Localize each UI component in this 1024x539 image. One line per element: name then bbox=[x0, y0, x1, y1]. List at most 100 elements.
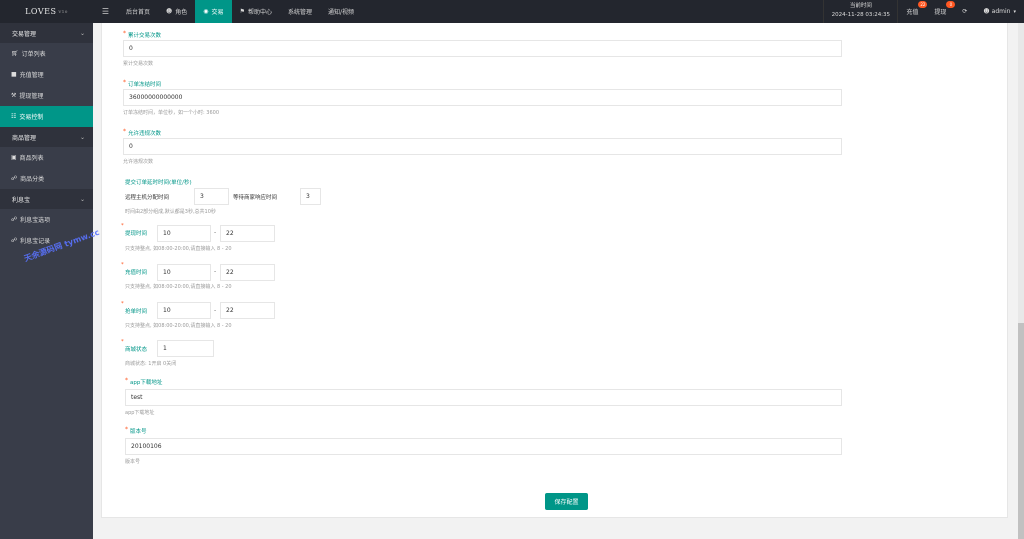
cart-icon: ▣ bbox=[11, 154, 17, 161]
chevron-down-icon: ▾ bbox=[1013, 8, 1016, 15]
sidebar-group-goods[interactable]: 商品管理 ⌄ bbox=[0, 127, 93, 147]
hammer-icon: ⚒ bbox=[11, 92, 17, 99]
nav-label: 帮助中心 bbox=[247, 9, 272, 16]
mall-status-input[interactable]: 1 bbox=[157, 340, 214, 357]
trade-count-input[interactable]: 0 bbox=[123, 40, 842, 57]
logo[interactable]: LOVES V10 bbox=[0, 0, 93, 23]
scrollbar-thumb[interactable] bbox=[1018, 323, 1024, 539]
main-content: * 累计交易次数 0 累计交易次数 * 订单冻结时间 36000000000000 … bbox=[93, 23, 1024, 539]
sidebar-item-goods-category[interactable]: ☍ 商品分类 bbox=[0, 168, 93, 189]
sidebar-item-label: 利息宝选项 bbox=[20, 217, 51, 224]
withdraw-button[interactable]: 提现 0 bbox=[926, 0, 956, 23]
group-label: 交易管理 bbox=[12, 30, 37, 38]
logo-text: LOVES bbox=[25, 7, 57, 16]
version-input[interactable]: 20100106 bbox=[125, 438, 842, 455]
app-download-input[interactable]: test bbox=[125, 389, 842, 406]
nav-label: 系统管理 bbox=[287, 9, 312, 16]
violation-count-help: 允许违规次数 bbox=[123, 159, 154, 165]
label-text: 订单冻结时间 bbox=[128, 82, 162, 88]
order-freeze-help: 订单冻结时间，单位秒，如一个小时: 3600 bbox=[123, 110, 220, 116]
menu-toggle-icon[interactable]: ☰ bbox=[93, 0, 118, 23]
mall-status-label: * 商城状态 bbox=[121, 339, 148, 353]
grab-end-input[interactable]: 22 bbox=[220, 302, 275, 319]
admin-menu[interactable]: ☻ admin ▾ bbox=[975, 0, 1024, 23]
label-text: 商城状态 bbox=[125, 347, 148, 353]
version-label: * 版本号 bbox=[125, 426, 147, 435]
sidebar-item-orders[interactable]: 🛒︎ 订单列表 bbox=[0, 43, 93, 64]
save-config-button[interactable]: 保存配置 bbox=[545, 493, 588, 510]
withdraw-time-label: * 提现时间 bbox=[121, 223, 148, 237]
sidebar-group-interest[interactable]: 利息宝 ⌄ bbox=[0, 189, 93, 209]
withdraw-end-input[interactable]: 22 bbox=[220, 225, 275, 242]
mall-status-help: 商城状态: 1开启 0关闭 bbox=[125, 361, 177, 367]
nav-label: 交易 bbox=[211, 9, 224, 16]
sidebar-item-recharge[interactable]: ■ 充值管理 bbox=[0, 64, 93, 85]
withdraw-start-input[interactable]: 10 bbox=[157, 225, 211, 242]
nav-notice[interactable]: 通知/视频 bbox=[320, 0, 362, 23]
globe-icon: ◉ bbox=[203, 8, 209, 15]
sidebar-item-label: 交易控制 bbox=[19, 114, 44, 121]
grab-time-label: * 抢单时间 bbox=[121, 301, 148, 315]
label-text: 版本号 bbox=[130, 429, 147, 435]
nav-trade[interactable]: ◉ 交易 bbox=[195, 0, 232, 23]
grab-time-help: 只支持整点, 如08:00-20:00,请直接输入 8 - 20 bbox=[125, 323, 232, 329]
nav-home[interactable]: 后台首页 bbox=[118, 0, 158, 23]
nav-system[interactable]: 系统管理 bbox=[280, 0, 320, 23]
sidebar-item-label: 利息宝记录 bbox=[20, 238, 51, 245]
range-dash: - bbox=[214, 229, 217, 236]
sidebar-item-label: 商品列表 bbox=[19, 155, 44, 162]
submit-delay-label: 提交订单延时时间(单位/秒) bbox=[125, 180, 192, 186]
sidebar-item-trade-control[interactable]: ☷ 交易控制 bbox=[0, 106, 93, 127]
label-text: 充值时间 bbox=[125, 270, 148, 276]
time-value: 2024-11-28 03:24:35 bbox=[831, 12, 891, 18]
withdraw-time-help: 只支持整点, 如08:00-20:00,请直接输入 8 - 20 bbox=[125, 246, 232, 252]
grab-start-input[interactable]: 10 bbox=[157, 302, 211, 319]
chevron-down-icon: ⌄ bbox=[79, 29, 85, 37]
merchant-wait-label: 等待商家响应时间 bbox=[233, 195, 278, 201]
violation-count-label: * 允许违规次数 bbox=[123, 128, 162, 137]
label-text: app下载地址 bbox=[130, 380, 163, 386]
top-bar: LOVES V10 ☰ 后台首页 ☻ 角色 ◉ 交易 ⚑ 帮助中心 系统管理 通知/视频… bbox=[0, 0, 1024, 23]
nav-role[interactable]: ☻ 角色 bbox=[158, 0, 195, 23]
recharge-label: 充值 bbox=[906, 9, 919, 16]
label-text: 提现时间 bbox=[125, 231, 148, 237]
range-dash: - bbox=[214, 268, 217, 275]
nav-label: 角色 bbox=[175, 9, 188, 16]
remote-host-label: 远程主机分配时间 bbox=[125, 195, 170, 201]
version-help: 版本号 bbox=[125, 459, 141, 465]
merchant-wait-input[interactable]: 3 bbox=[300, 188, 321, 205]
recharge-button[interactable]: 充值 22 bbox=[898, 0, 928, 23]
submit-delay-help: 时间由2部分组成,默认都是3秒,总共10秒 bbox=[125, 209, 216, 215]
control-icon: ☷ bbox=[11, 113, 17, 120]
cart-icon: 🛒︎ bbox=[11, 50, 19, 57]
withdraw-label: 提现 bbox=[934, 9, 947, 16]
time-label: 当前时间 bbox=[849, 3, 872, 9]
chevron-down-icon: ⌄ bbox=[79, 195, 85, 203]
refresh-icon[interactable]: ⟳ bbox=[954, 0, 975, 23]
sidebar: 交易管理 ⌄ 🛒︎ 订单列表 ■ 充值管理 ⚒ 提现管理 ☷ 交易控制 商品管理 ⌄ ▣ 商品… bbox=[0, 23, 93, 539]
sidebar-item-interest-options[interactable]: ☍ 利息宝选项 bbox=[0, 209, 93, 230]
app-download-help: app下载地址 bbox=[125, 410, 155, 416]
recharge-time-help: 只支持整点, 如08:00-20:00,请直接输入 8 - 20 bbox=[125, 284, 232, 290]
remote-host-input[interactable]: 3 bbox=[194, 188, 229, 205]
violation-count-input[interactable]: 0 bbox=[123, 138, 842, 155]
recharge-end-input[interactable]: 22 bbox=[220, 264, 275, 281]
top-nav: 后台首页 ☻ 角色 ◉ 交易 ⚑ 帮助中心 系统管理 通知/视频 bbox=[118, 0, 362, 23]
sidebar-item-label: 提现管理 bbox=[19, 93, 44, 100]
flag-icon: ⚑ bbox=[239, 8, 245, 15]
app-download-label: * app下载地址 bbox=[125, 377, 163, 386]
link-icon: ☍ bbox=[11, 175, 18, 182]
order-freeze-label: * 订单冻结时间 bbox=[123, 79, 162, 88]
current-time: 当前时间 2024-11-28 03:24:35 bbox=[823, 0, 899, 23]
nav-label: 通知/视频 bbox=[327, 9, 355, 16]
nav-help[interactable]: ⚑ 帮助中心 bbox=[232, 0, 280, 23]
order-freeze-input[interactable]: 36000000000000 bbox=[123, 89, 842, 106]
user-icon: ☻ bbox=[166, 8, 173, 15]
recharge-start-input[interactable]: 10 bbox=[157, 264, 211, 281]
recharge-time-label: * 充值时间 bbox=[121, 262, 148, 276]
sidebar-item-label: 充值管理 bbox=[19, 72, 44, 79]
sidebar-item-withdraw[interactable]: ⚒ 提现管理 bbox=[0, 85, 93, 106]
sidebar-item-goods-list[interactable]: ▣ 商品列表 bbox=[0, 147, 93, 168]
sidebar-group-trade[interactable]: 交易管理 ⌄ bbox=[0, 23, 93, 43]
scrollbar[interactable] bbox=[1018, 23, 1024, 539]
